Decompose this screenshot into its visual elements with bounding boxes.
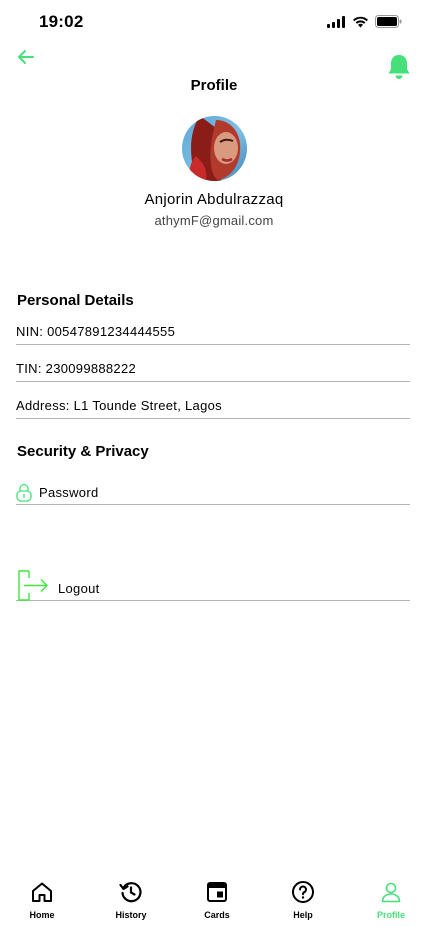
- nin-field[interactable]: NIN: 00547891234444555: [16, 323, 410, 345]
- nav-cards[interactable]: Cards: [182, 880, 252, 920]
- personal-details-heading: Personal Details: [17, 292, 134, 309]
- bell-icon: [388, 55, 410, 79]
- tin-value: TIN: 230099888222: [16, 361, 137, 376]
- avatar-photo: [182, 116, 247, 181]
- home-icon: [32, 882, 52, 902]
- history-icon: [119, 882, 142, 903]
- address-field[interactable]: Address: L1 Tounde Street, Lagos: [16, 397, 410, 419]
- status-time: 19:02: [39, 12, 84, 31]
- security-privacy-heading: Security & Privacy: [17, 443, 149, 460]
- lock-icon: [16, 483, 32, 502]
- status-icons: [327, 15, 402, 28]
- avatar[interactable]: [182, 116, 247, 181]
- address-value: Address: L1 Tounde Street, Lagos: [16, 398, 222, 413]
- nav-label-cards: Cards: [204, 910, 230, 920]
- page-title: Profile: [190, 77, 238, 94]
- status-bar: 19:02: [0, 0, 428, 44]
- profile-email: athymF@gmail.com: [154, 213, 274, 228]
- nav-profile[interactable]: Profile: [356, 880, 426, 920]
- profile-icon: [381, 882, 401, 903]
- tin-field[interactable]: TIN: 230099888222: [16, 360, 410, 382]
- nav-history[interactable]: History: [96, 880, 166, 920]
- nav-label-history: History: [115, 910, 147, 920]
- help-icon: [292, 881, 314, 903]
- battery-icon: [375, 15, 402, 28]
- back-button[interactable]: [14, 46, 38, 68]
- password-label: Password: [39, 485, 99, 500]
- logout-icon: [18, 570, 48, 601]
- nin-value: NIN: 00547891234444555: [16, 324, 176, 339]
- nav-label-home: Home: [29, 910, 55, 920]
- logout-label: Logout: [58, 581, 100, 596]
- notification-button[interactable]: [386, 53, 412, 81]
- nav-help[interactable]: Help: [268, 880, 338, 920]
- signal-icon: [327, 15, 345, 28]
- bottom-nav: Home History Cards Help Profile: [0, 880, 428, 926]
- password-row[interactable]: Password: [16, 481, 410, 505]
- nav-label-profile: Profile: [376, 910, 405, 920]
- wifi-icon: [353, 16, 368, 27]
- logout-button[interactable]: Logout: [16, 570, 410, 601]
- profile-name: Anjorin Abdulrazzaq: [144, 191, 284, 208]
- cards-icon: [207, 882, 227, 902]
- nav-home[interactable]: Home: [7, 880, 77, 920]
- nav-label-help: Help: [293, 910, 313, 920]
- arrow-left-icon: [18, 50, 34, 64]
